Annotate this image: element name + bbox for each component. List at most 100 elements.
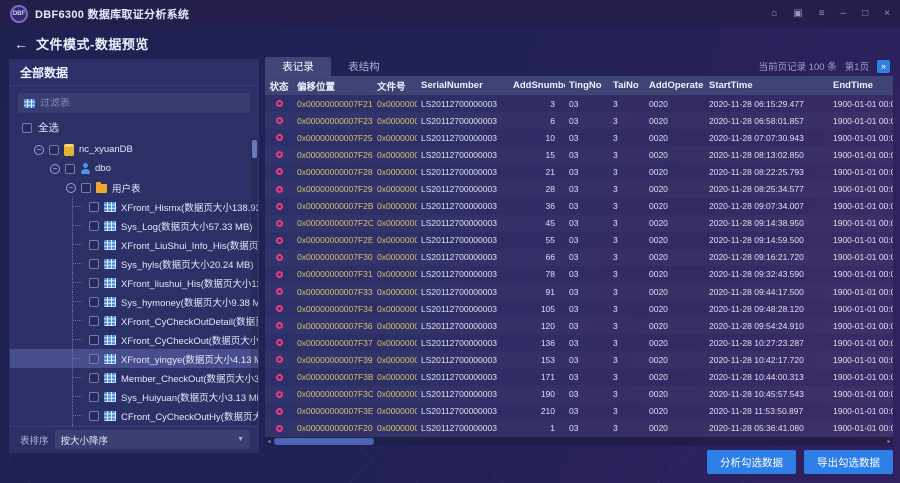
table-row[interactable]: 0x00000000007F365E 0x00000001 LS2011270000…	[265, 317, 893, 334]
page-header: ← 文件模式-数据预览	[14, 34, 149, 53]
tab-table-structure[interactable]: 表结构	[331, 57, 397, 76]
checkbox[interactable]	[89, 296, 99, 307]
sort-select[interactable]: 按大小降序 ▼	[54, 430, 250, 449]
column-header[interactable]: TaiNo	[609, 80, 645, 91]
cell: 03	[569, 372, 579, 383]
cell: 3	[613, 115, 618, 126]
column-header[interactable]: AddOperate	[645, 80, 705, 91]
tree-folder-node[interactable]: − 用户表	[10, 178, 258, 197]
minimize-icon[interactable]: –	[841, 9, 847, 19]
column-header[interactable]: 偏移位置	[293, 79, 373, 93]
table-row[interactable]: 0x00000000007F3E3A 0x00000001 LS2011270000…	[265, 403, 893, 420]
checkbox[interactable]	[89, 201, 99, 212]
collapse-icon[interactable]: −	[50, 163, 60, 174]
export-selected-button[interactable]: 导出勾选数据	[804, 450, 893, 474]
column-header[interactable]: 文件号	[373, 79, 417, 93]
collapse-icon[interactable]: −	[66, 182, 76, 193]
tree-table-item[interactable]: XFront_liushui_His(数据页大小12.01 MB)	[10, 273, 258, 292]
checkbox[interactable]	[89, 334, 99, 345]
table-row[interactable]: 0x00000000007F2E84 0x00000001 LS2011270000…	[265, 232, 893, 249]
table-row[interactable]: 0x00000000007F2384 0x00000001 LS2011270000…	[265, 112, 893, 129]
close-icon[interactable]: ×	[884, 9, 890, 19]
checkbox[interactable]	[81, 182, 91, 193]
scrollbar-thumb[interactable]	[251, 140, 257, 158]
tree-schema-node[interactable]: − dbo	[10, 159, 258, 178]
tree-table-item[interactable]: XFront_CyCheckOutDetail(数据页大小7.69 MB)	[10, 311, 258, 330]
menu-icon[interactable]: ≡	[819, 9, 825, 19]
checkbox[interactable]	[89, 372, 99, 383]
cell: 03	[569, 201, 579, 212]
horizontal-scrollbar[interactable]: ◂ ▸	[265, 437, 893, 446]
checkbox[interactable]	[89, 258, 99, 269]
table-row[interactable]: 0x00000000007F3016 0x00000001 LS2011270000…	[265, 249, 893, 266]
checkbox[interactable]	[89, 277, 99, 288]
column-header[interactable]: AddSnumber	[509, 80, 565, 91]
tree-table-item[interactable]: XFront_LiuShui_Info_His(数据页大小39.70 MB)	[10, 235, 258, 254]
capture-icon[interactable]: ▣	[793, 9, 802, 19]
column-header[interactable]: SerialNumber	[417, 80, 509, 91]
scroll-left-icon[interactable]: ◂	[265, 438, 273, 445]
table-row[interactable]: 0x00000000007F21F2 0x00000001 LS2011270000…	[265, 95, 893, 112]
table-row[interactable]: 0x00000000007F2516 0x00000001 LS2011270000…	[265, 129, 893, 146]
table-row[interactable]: 0x00000000007F26A8 0x00000001 LS2011270000…	[265, 146, 893, 163]
tab-table-records[interactable]: 表记录	[265, 57, 331, 76]
restore-icon[interactable]: □	[862, 9, 868, 19]
column-header[interactable]: 状态	[265, 79, 293, 93]
table-row[interactable]: 0x00000000007F333A 0x00000001 LS2011270000…	[265, 283, 893, 300]
checkbox[interactable]	[89, 353, 99, 364]
checkbox[interactable]	[89, 315, 99, 326]
tree-table-item[interactable]: Member_CheckOut(数据页大小3.57 MB)	[10, 368, 258, 387]
tree-scrollbar[interactable]	[251, 138, 257, 426]
checkbox[interactable]	[89, 391, 99, 402]
table-row[interactable]: 0x00000000007F37F0 0x00000001 LS2011270000…	[265, 334, 893, 351]
tree-table-item[interactable]: Sys_hyls(数据页大小20.24 MB)	[10, 254, 258, 273]
table-row[interactable]: 0x00000000007F2B60 0x00000001 LS2011270000…	[265, 198, 893, 215]
cell: 3	[613, 166, 618, 177]
cell: 0x00000000007F34CC	[297, 303, 373, 314]
checkbox[interactable]	[65, 163, 75, 174]
cell: 0x00000000007F26A8	[297, 149, 373, 160]
select-all-checkbox[interactable]	[22, 122, 32, 133]
cell: 1900-01-01 00:00:00.000	[833, 115, 893, 126]
table-name: Sys_hymoney(数据页大小9.38 MB)	[121, 297, 258, 309]
select-all-row[interactable]: 全选	[10, 117, 258, 138]
page-number: 第1页	[844, 62, 869, 73]
back-button[interactable]: ←	[14, 36, 28, 52]
analyze-selected-button[interactable]: 分析勾选数据	[707, 450, 796, 474]
table-row[interactable]: 0x00000000007F29CE 0x00000001 LS2011270000…	[265, 180, 893, 197]
tree-table-item[interactable]: CFront_CyCheckOutHy(数据页大小2.40 MB)	[10, 406, 258, 425]
collapse-icon[interactable]: −	[34, 144, 44, 155]
table-row[interactable]: 0x00000000007F34CC 0x00000001 LS2011270000…	[265, 300, 893, 317]
column-header[interactable]: EndTime	[829, 80, 893, 91]
scrollbar-thumb[interactable]	[274, 438, 374, 445]
checkbox[interactable]	[89, 410, 99, 421]
tree-table-item[interactable]: XFront_Hismx(数据页大小138.93 MB)	[10, 197, 258, 216]
table-row[interactable]: 0x00000000007F3CA8 0x00000001 LS2011270000…	[265, 386, 893, 403]
tree-table-item[interactable]: Sys_Huiyuan(数据页大小3.13 MB)	[10, 387, 258, 406]
table-name: XFront_Hismx(数据页大小138.93 MB)	[121, 202, 258, 214]
tree-connector	[72, 254, 84, 273]
checkbox[interactable]	[49, 144, 59, 155]
home-icon[interactable]: ⌂	[771, 9, 777, 19]
table-row[interactable]: 0x00000000007F2060 0x00000001 LS2011270000…	[265, 420, 893, 437]
table-filter[interactable]	[18, 93, 250, 113]
tree-table-item[interactable]: XFront_yingye(数据页大小4.13 MB)	[10, 349, 258, 368]
tree-table-item[interactable]: XFront_CyCheckOut(数据页大小4.76 MB)	[10, 330, 258, 349]
table-row[interactable]: 0x00000000007F3B16 0x00000001 LS2011270000…	[265, 369, 893, 386]
tree-table-item[interactable]: CFront_CyCheckOut(数据页大小2.27 MB)	[10, 425, 258, 426]
column-header[interactable]: TingNo	[565, 80, 609, 91]
tree-table-item[interactable]: Sys_Log(数据页大小57.33 MB)	[10, 216, 258, 235]
column-header[interactable]: StartTime	[705, 80, 829, 91]
filter-input[interactable]	[40, 97, 244, 109]
table-row[interactable]: 0x00000000007F31A8 0x00000001 LS2011270000…	[265, 266, 893, 283]
checkbox[interactable]	[89, 239, 99, 250]
table-row[interactable]: 0x00000000007F2CF2 0x00000001 LS2011270000…	[265, 215, 893, 232]
tree-database-node[interactable]: − nc_xyuanDB	[10, 140, 258, 159]
next-page-button[interactable]: »	[877, 59, 890, 73]
table-row[interactable]: 0x00000000007F283A 0x00000001 LS2011270000…	[265, 163, 893, 180]
cell: 0x00000000007F2384	[297, 115, 373, 126]
scroll-right-icon[interactable]: ▸	[885, 438, 893, 445]
table-row[interactable]: 0x00000000007F3984 0x00000001 LS2011270000…	[265, 351, 893, 368]
checkbox[interactable]	[89, 220, 99, 231]
tree-table-item[interactable]: Sys_hymoney(数据页大小9.38 MB)	[10, 292, 258, 311]
